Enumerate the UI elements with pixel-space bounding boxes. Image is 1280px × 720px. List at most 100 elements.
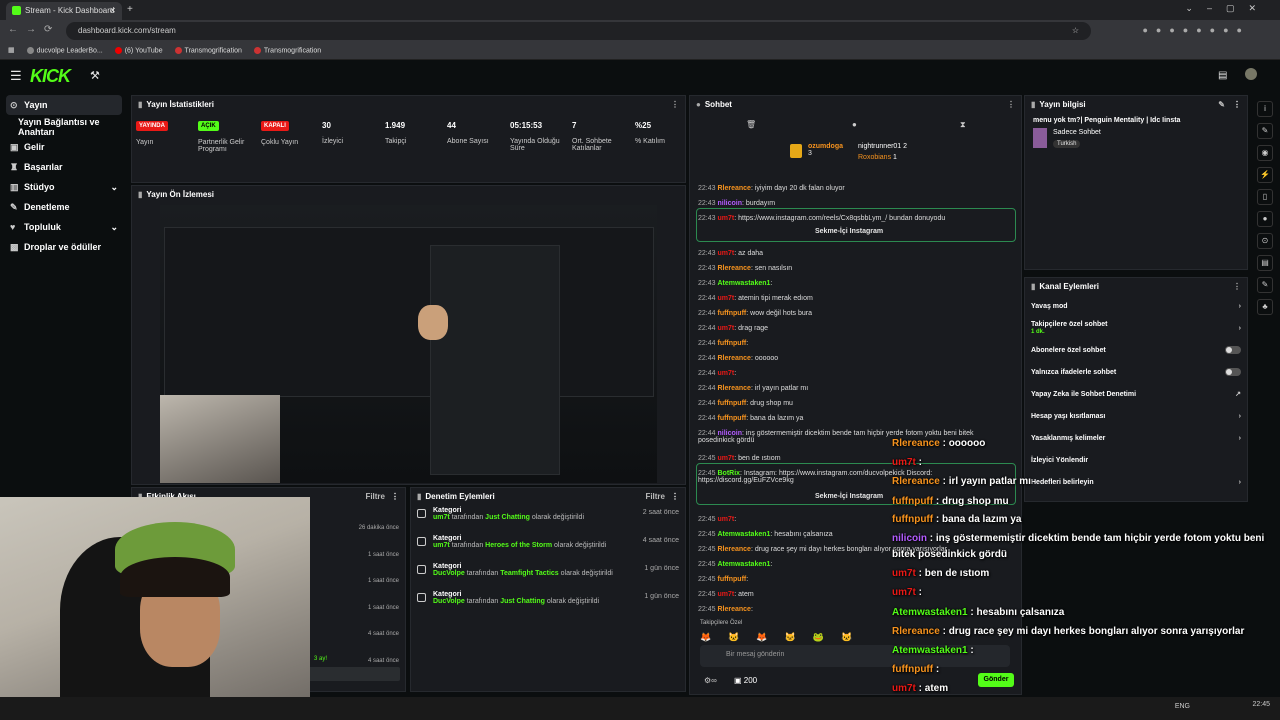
- chevron-down-icon: ⌄: [110, 181, 118, 192]
- action-banned-words[interactable]: Yasaklanmış kelimeler ›: [1025, 427, 1247, 449]
- action-emote-only[interactable]: Yalnızca ifadelerle sohbet: [1025, 361, 1247, 383]
- popular-link-button[interactable]: Sekme-İçi Instagram: [815, 228, 883, 235]
- wrench-icon[interactable]: ✎: [1257, 277, 1273, 293]
- chat-message: 22:44 fuffnpuff:: [698, 340, 749, 347]
- hourglass-icon[interactable]: ⧗: [960, 120, 966, 130]
- trash-icon[interactable]: 🗑: [746, 120, 756, 129]
- leader-3: Roxobians 1: [858, 154, 897, 161]
- more-icon[interactable]: ⋮: [1007, 100, 1015, 109]
- overlay-chat-line: fuffnpuff :: [892, 664, 940, 675]
- panel-title: Sohbet: [704, 100, 732, 109]
- chat-message: 22:44 um7t:: [698, 370, 737, 377]
- highlighted-message: [696, 208, 1016, 242]
- overlay-chat-line: um7t :: [892, 457, 923, 468]
- emote-bar[interactable]: 🦊🐱🦊🐱🐸🐱: [700, 632, 869, 643]
- nav-buttons[interactable]: ←→⟳: [8, 24, 60, 35]
- taskbar: ENG 22:45: [0, 697, 1280, 720]
- edit-icon[interactable]: ✎: [1257, 123, 1273, 139]
- chat-icon[interactable]: ●: [1257, 211, 1273, 227]
- chat-message: 22:43 Rlereance: iyiyim dayı 20 dk falan…: [698, 185, 845, 192]
- money-icon: ▣: [10, 141, 19, 152]
- category-icon: [417, 593, 426, 602]
- overlay-chat-line: um7t : ben de ıstıom: [892, 568, 990, 579]
- action-ai-moderation[interactable]: Yapay Zeka ile Sohbet Denetimi ↗: [1025, 383, 1247, 405]
- sidebar-item-gelir[interactable]: ▣ Gelir: [0, 137, 128, 157]
- action-slow-mode[interactable]: Yavaş mod ›: [1025, 295, 1247, 317]
- action-goals[interactable]: Hedefleri belirleyin ›: [1025, 471, 1247, 493]
- kick-logo[interactable]: KICK: [30, 66, 71, 87]
- toggle[interactable]: [1225, 346, 1241, 354]
- category-thumbnail: [1033, 128, 1047, 148]
- sidebar-item-studyo[interactable]: ▥ Stüdyo ⌄: [0, 177, 128, 197]
- browser-tab[interactable]: Stream - Kick Dashboard ✕: [6, 2, 122, 20]
- chat-message: 22:45 fuffnpuff:: [698, 576, 749, 583]
- toggle[interactable]: [1225, 368, 1241, 376]
- url-field[interactable]: dashboard.kick.com/stream ☆: [66, 22, 1091, 40]
- category-icon: [417, 509, 426, 518]
- action-followers-only[interactable]: Takipçilere özel sohbet 1 dk. ›: [1025, 317, 1247, 339]
- star-icon[interactable]: ☆: [1072, 26, 1079, 35]
- shield-icon: ▮: [417, 492, 422, 501]
- more-icon[interactable]: ⋮: [671, 492, 679, 501]
- info-icon[interactable]: i: [1257, 101, 1273, 117]
- leader-2: nightrunner01 2: [858, 143, 908, 150]
- trophy-icon: ♜: [10, 161, 19, 172]
- community-icon[interactable]: ♣: [1257, 299, 1273, 315]
- camera-icon[interactable]: ◉: [1257, 145, 1273, 161]
- bookmark[interactable]: Transmogrification: [253, 46, 321, 54]
- bookmark[interactable]: Transmogrification: [174, 46, 242, 54]
- chat-message: 22:43 Rlereance: sen nasılsın: [698, 265, 793, 272]
- points-count: ▣ 200: [734, 676, 758, 685]
- edit-icon[interactable]: ✎: [1218, 100, 1225, 109]
- message-icon[interactable]: ●: [852, 120, 857, 129]
- menu-icon[interactable]: ☰: [10, 68, 22, 84]
- broadcast-icon[interactable]: ⊙: [1257, 233, 1273, 249]
- preview-icon: ▮: [138, 190, 143, 199]
- chat-message: 22:45 Atemwastaken1: hesabını çalsanıza: [698, 531, 833, 538]
- stat-multistream: KAPALI Çoklu Yayın: [261, 121, 299, 146]
- stream-preview-video[interactable]: [160, 205, 657, 483]
- trash-icon[interactable]: ▯: [1257, 189, 1273, 205]
- chat-message: 22:45 um7t: ben de ıstıom: [698, 455, 781, 462]
- apps-icon[interactable]: ▦: [8, 46, 15, 54]
- action-account-age[interactable]: Hesap yaşı kısıtlaması ›: [1025, 405, 1247, 427]
- panel-title: Denetim Eylemleri: [425, 492, 495, 501]
- more-icon[interactable]: ⋮: [671, 100, 679, 109]
- panel-title: Yayın İstatistikleri: [146, 100, 214, 109]
- followers-only-label: Takipçilere Özel: [700, 620, 743, 626]
- sidebar-item-basarilar[interactable]: ♜ Başarılar: [0, 157, 128, 177]
- avatar[interactable]: [1245, 68, 1257, 80]
- bolt-icon[interactable]: ⚡: [1257, 167, 1273, 183]
- filter-button[interactable]: Filtre: [645, 492, 665, 501]
- popular-link-button[interactable]: Sekme-İçi Instagram: [815, 493, 883, 500]
- settings-icon[interactable]: ⚙∞: [704, 676, 717, 685]
- sidebar-item-yayin[interactable]: ⊙ Yayın: [6, 95, 122, 115]
- sidebar-item-stream-key[interactable]: Yayın Bağlantısı ve Anahtarı: [0, 117, 128, 137]
- send-button[interactable]: Gönder: [978, 673, 1014, 687]
- chat-message: 22:45 um7t: atem: [698, 591, 754, 598]
- sidebar-item-droplar[interactable]: ▩ Droplar ve ödüller: [0, 237, 128, 257]
- filter-button[interactable]: Filtre: [365, 492, 385, 501]
- chat-message: 22:44 um7t: drag rage: [698, 325, 769, 332]
- stat-uptime: 05:15:53 Yayında Olduğu Süre: [510, 121, 560, 152]
- new-tab-button[interactable]: +: [127, 4, 133, 15]
- layout-icon[interactable]: ▤: [1218, 70, 1227, 81]
- bookmark[interactable]: (6) YouTube: [114, 46, 163, 54]
- window-controls[interactable]: ⌄–▢✕: [1185, 3, 1270, 14]
- more-icon[interactable]: ⋮: [1233, 282, 1241, 291]
- overlay-chat-line: Rlereance : oooooo: [892, 438, 986, 449]
- close-tab-icon[interactable]: ✕: [109, 6, 116, 15]
- bookmark[interactable]: ducvolpe LeaderBo...: [26, 46, 103, 54]
- more-icon[interactable]: ⋮: [391, 492, 399, 501]
- layout-icon[interactable]: ▤: [1257, 255, 1273, 271]
- sidebar-item-topluluk[interactable]: ♥ Topluluk ⌄: [0, 217, 128, 237]
- extension-icons[interactable]: ●●●●●●●●: [1143, 25, 1251, 35]
- action-subs-only[interactable]: Abonelere özel sohbet: [1025, 339, 1247, 361]
- more-icon[interactable]: ⋮: [1233, 100, 1241, 109]
- overlay-chat-line: Atemwastaken1 :: [892, 645, 974, 656]
- language-indicator[interactable]: ENG: [1175, 703, 1190, 710]
- stat-live: YAYINDA Yayın: [136, 121, 168, 146]
- action-raid[interactable]: İzleyici Yönlendir: [1025, 449, 1247, 471]
- sidebar-item-denetleme[interactable]: ✎ Denetleme: [0, 197, 128, 217]
- hammer-icon[interactable]: ⚒: [90, 69, 100, 82]
